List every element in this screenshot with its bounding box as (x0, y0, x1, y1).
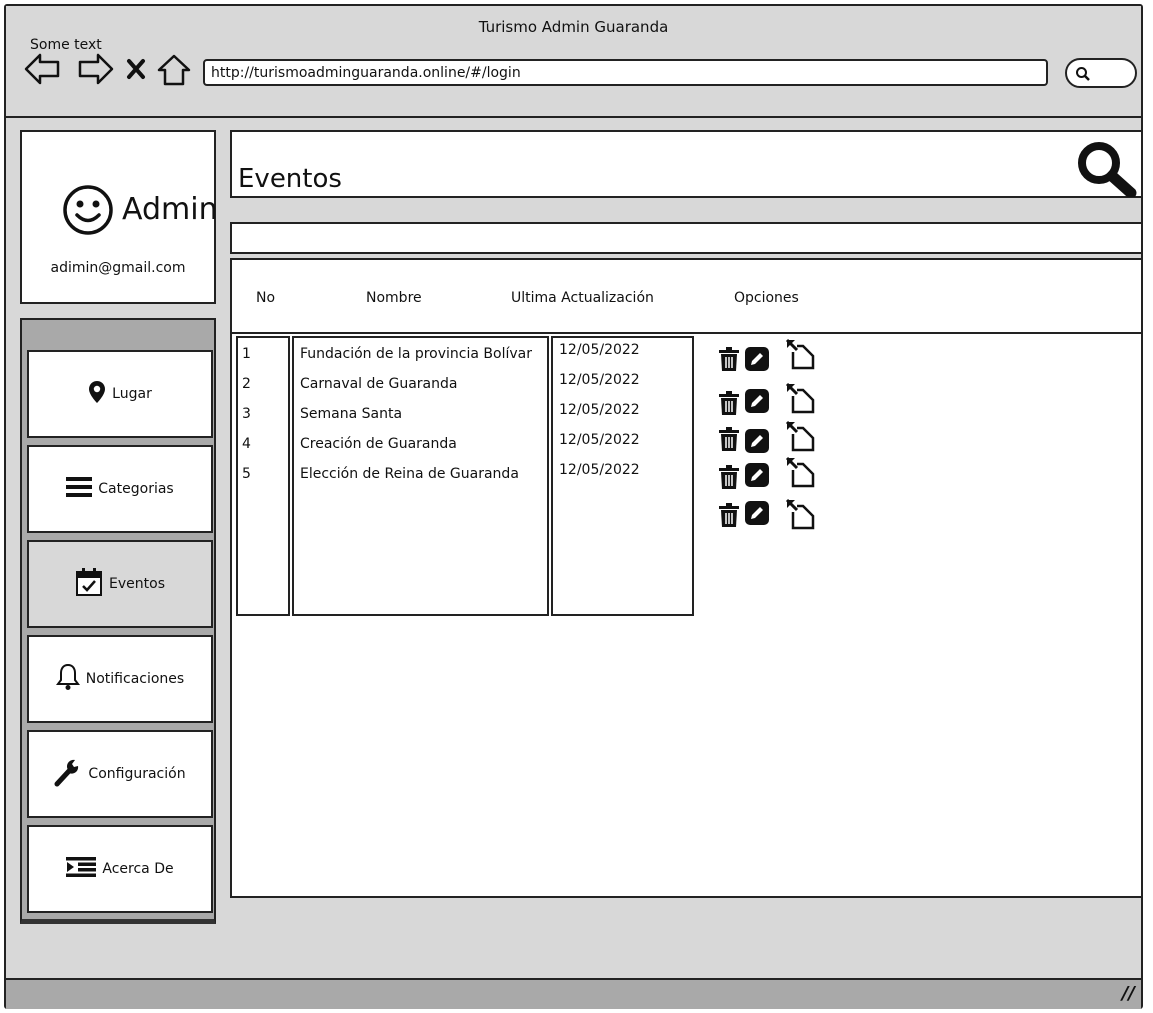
url-field[interactable]: http://turismoadminguaranda.online/#/log… (203, 59, 1048, 86)
window-title: Turismo Admin Guaranda (478, 18, 669, 36)
column-header-nombre: Nombre (366, 290, 422, 306)
browser-search-button[interactable] (1065, 58, 1137, 88)
sidebar-item-label: Notificaciones (85, 671, 185, 687)
indent-list-icon (66, 857, 97, 881)
page-title: Eventos (238, 164, 342, 194)
table-cell-fecha: 12/05/2022 (559, 432, 640, 448)
trash-icon[interactable] (718, 346, 740, 376)
search-input[interactable] (230, 222, 1143, 254)
hamburger-icon (66, 476, 93, 502)
smiley-face-icon (62, 184, 114, 240)
browser-toolbar: Turismo Admin Guaranda Some text http://… (6, 6, 1141, 118)
trash-icon[interactable] (718, 502, 740, 532)
column-header-opciones: Opciones (734, 290, 799, 306)
table-cell-fecha: 12/05/2022 (559, 372, 640, 388)
table-cell-fecha: 12/05/2022 (559, 402, 640, 418)
calendar-check-icon (75, 567, 103, 601)
sidebar-item-notificaciones[interactable]: Notificaciones (27, 635, 213, 723)
sidebar-item-eventos[interactable]: Eventos (27, 540, 213, 628)
open-external-icon[interactable] (785, 382, 815, 418)
sidebar-item-acerca-de[interactable]: Acerca De (27, 825, 213, 913)
resize-grip-icon[interactable]: // (1122, 983, 1135, 1004)
open-external-icon[interactable] (785, 498, 815, 534)
table-cell-no: 3 (242, 406, 251, 422)
profile-email: adimin@gmail.com (50, 260, 186, 276)
sidebar-item-label: Eventos (109, 576, 165, 592)
open-external-icon[interactable] (785, 456, 815, 492)
edit-icon[interactable] (744, 428, 770, 458)
sidebar-item-label: Categorias (98, 481, 174, 497)
table-cell-nombre: Creación de Guaranda (300, 436, 457, 452)
column-no: 1 2 3 4 5 (236, 336, 290, 616)
search-icon (1076, 67, 1090, 81)
trash-icon[interactable] (718, 426, 740, 456)
events-table: No Nombre Ultima Actualización Opciones … (230, 258, 1143, 898)
location-pin-icon (88, 380, 106, 408)
table-cell-fecha: 12/05/2022 (559, 462, 640, 478)
open-external-icon[interactable] (785, 338, 815, 374)
home-icon[interactable] (157, 54, 191, 90)
table-header: No Nombre Ultima Actualización Opciones (232, 260, 1141, 334)
search-icon[interactable] (1075, 139, 1137, 201)
page-header: Eventos (230, 130, 1143, 201)
column-header-ultima-actualizacion: Ultima Actualización (511, 290, 654, 306)
column-ultima-actualizacion: 12/05/2022 12/05/2022 12/05/2022 12/05/2… (551, 336, 694, 616)
bell-icon (55, 663, 80, 695)
browser-window: Turismo Admin Guaranda Some text http://… (4, 4, 1143, 1009)
edit-icon[interactable] (744, 388, 770, 418)
open-external-icon[interactable] (785, 420, 815, 456)
table-cell-nombre: Fundación de la provincia Bolívar (300, 346, 532, 362)
edit-icon[interactable] (744, 462, 770, 492)
sidebar-item-configuracion[interactable]: Configuración (27, 730, 213, 818)
edit-icon[interactable] (744, 346, 770, 376)
profile-name: Admin (122, 192, 218, 227)
back-arrow-icon[interactable] (24, 52, 62, 90)
sidebar-item-label: Configuración (88, 766, 186, 782)
table-cell-no: 2 (242, 376, 251, 392)
table-cell-no: 5 (242, 466, 251, 482)
trash-icon[interactable] (718, 464, 740, 494)
edit-icon[interactable] (744, 500, 770, 530)
table-cell-no: 4 (242, 436, 251, 452)
sidebar-item-label: Lugar (112, 386, 152, 402)
close-x-icon[interactable] (126, 58, 146, 84)
profile-card: Admin adimin@gmail.com (20, 130, 218, 304)
forward-arrow-icon[interactable] (76, 52, 114, 90)
sidebar-item-lugar[interactable]: Lugar (27, 350, 213, 438)
sidebar: Lugar Categorias Eventos Notificaciones … (20, 318, 216, 924)
table-cell-fecha: 12/05/2022 (559, 342, 640, 358)
placeholder-text: Some text (30, 37, 102, 53)
table-cell-nombre: Carnaval de Guaranda (300, 376, 458, 392)
status-bar: // (6, 978, 1141, 1009)
sidebar-item-label: Acerca De (102, 861, 174, 877)
wrench-icon (54, 757, 82, 791)
sidebar-item-categorias[interactable]: Categorias (27, 445, 213, 533)
column-nombre: Fundación de la provincia Bolívar Carnav… (292, 336, 549, 616)
table-cell-nombre: Elección de Reina de Guaranda (300, 466, 519, 482)
table-cell-no: 1 (242, 346, 251, 362)
column-header-no: No (256, 290, 276, 306)
table-cell-nombre: Semana Santa (300, 406, 403, 422)
trash-icon[interactable] (718, 390, 740, 420)
